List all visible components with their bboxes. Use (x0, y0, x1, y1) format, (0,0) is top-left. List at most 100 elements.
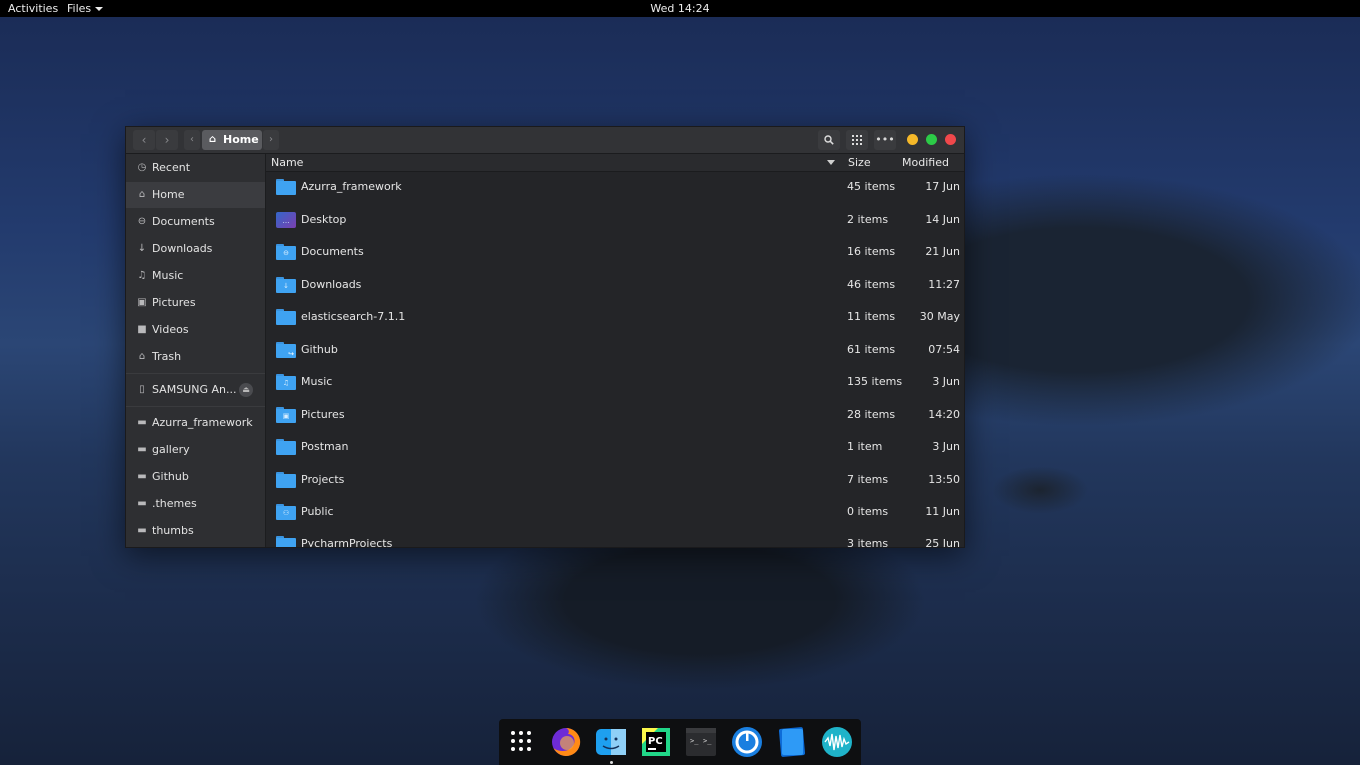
documents-folder-icon: ⊖ (276, 244, 296, 260)
show-apps-icon[interactable] (505, 726, 537, 758)
sidebar-item-label: Music (152, 269, 184, 282)
pathbar-home-label: Home (223, 133, 259, 146)
file-size: 45 items (847, 180, 896, 193)
file-row[interactable]: ⚇ Public 0 items 11 Jun (266, 496, 964, 528)
pictures-folder-icon: ▣ (276, 407, 296, 423)
notes-app-icon[interactable] (776, 726, 808, 758)
trash-icon: ⌂ (138, 351, 146, 362)
sidebar-item-thumbs[interactable]: ▬ thumbs (126, 518, 265, 544)
file-size: 0 items (847, 505, 889, 518)
sidebar-item-documents[interactable]: ⊖ Documents (126, 209, 265, 235)
file-row[interactable]: ↪ Github 61 items 07:54 (266, 334, 964, 366)
sidebar-item-pictures[interactable]: ▣ Pictures (126, 290, 265, 316)
menu-button[interactable]: ••• (874, 130, 896, 150)
pycharm-icon[interactable]: PC (640, 726, 672, 758)
file-modified: 13:50 (928, 473, 960, 486)
firefox-icon[interactable] (550, 726, 582, 758)
sidebar-item-label: Downloads (152, 242, 213, 255)
sidebar-item-downloads[interactable]: ↓ Downloads (126, 236, 265, 262)
sidebar-item-label: Home (152, 188, 185, 201)
search-button[interactable] (818, 130, 840, 150)
sidebar-item-samsung-device[interactable]: ▯ SAMSUNG An... ⏏ (126, 377, 265, 403)
pathbar-scroll-right-button[interactable]: › (263, 130, 279, 150)
chevron-right-icon: › (164, 133, 170, 147)
sidebar-item-themes[interactable]: ▬ .themes (126, 491, 265, 517)
file-modified: 14:20 (928, 408, 960, 421)
timer-app-icon[interactable] (731, 726, 763, 758)
app-menu-files[interactable]: Files (67, 0, 104, 17)
grid-icon (852, 135, 862, 145)
file-row[interactable]: ↓ Downloads 46 items 11:27 (266, 269, 964, 301)
running-indicator (610, 761, 613, 764)
video-icon: ■ (137, 324, 147, 335)
sidebar-item-home[interactable]: ⌂ Home (126, 182, 265, 208)
file-name: Projects (301, 473, 345, 486)
files-finder-icon[interactable] (595, 726, 627, 758)
audio-waveform-icon[interactable] (821, 726, 853, 758)
home-icon: ⌂ (138, 189, 146, 200)
file-row[interactable]: ♫ Music 135 items 3 Jun (266, 366, 964, 398)
folder-icon (276, 536, 296, 547)
sidebar-item-gallery[interactable]: ▬ gallery (126, 437, 265, 463)
header-bar: ‹ › ‹ ⌂ Home › ••• (126, 127, 964, 154)
sidebar-item-label: .themes (152, 497, 197, 510)
file-size: 11 items (847, 310, 896, 323)
sidebar-item-label: thumbs (152, 524, 194, 537)
folder-icon: ▬ (137, 525, 147, 536)
file-row[interactable]: Postman 1 item 3 Jun (266, 431, 964, 463)
file-row[interactable]: … Desktop 2 items 14 Jun (266, 204, 964, 236)
file-row[interactable]: ▣ Pictures 28 items 14:20 (266, 399, 964, 431)
chevron-left-icon: ‹ (141, 133, 147, 147)
sidebar-item-label: SAMSUNG An... (152, 383, 237, 396)
folder-icon: ▬ (137, 444, 147, 455)
column-size-header[interactable]: Size (848, 154, 871, 171)
sidebar-item-recent[interactable]: ◷ Recent (126, 155, 265, 181)
terminal-icon[interactable]: >_ >_ (685, 726, 717, 758)
file-name: Downloads (301, 278, 362, 291)
file-modified: 3 Jun (932, 440, 960, 453)
forward-button[interactable]: › (156, 130, 178, 150)
sidebar-item-music[interactable]: ♫ Music (126, 263, 265, 289)
back-button[interactable]: ‹ (133, 130, 155, 150)
pathbar-home-button[interactable]: ⌂ Home (202, 130, 262, 150)
maximize-button[interactable] (926, 134, 937, 145)
home-icon: ⌂ (209, 134, 217, 145)
folder-icon (276, 472, 296, 488)
clock[interactable]: Wed 14:24 (0, 0, 1360, 17)
file-row[interactable]: Projects 7 items 13:50 (266, 464, 964, 496)
activities-button[interactable]: Activities (8, 0, 58, 17)
sidebar-item-videos[interactable]: ■ Videos (126, 317, 265, 343)
file-row[interactable]: ⊖ Documents 16 items 21 Jun (266, 236, 964, 268)
file-size: 2 items (847, 213, 889, 226)
sidebar-item-trash[interactable]: ⌂ Trash (126, 344, 265, 370)
column-modified-header[interactable]: Modified (902, 154, 949, 171)
phone-icon: ▯ (139, 384, 145, 395)
folder-icon: ▬ (137, 417, 147, 428)
eject-icon[interactable]: ⏏ (239, 383, 253, 397)
sidebar-item-label: Videos (152, 323, 189, 336)
file-list: Name Size Modified Azurra_framework 45 i… (266, 154, 964, 547)
sidebar-item-github[interactable]: ▬ Github (126, 464, 265, 490)
file-row[interactable]: elasticsearch-7.1.1 11 items 30 May (266, 301, 964, 333)
column-name-header[interactable]: Name (271, 154, 303, 171)
sidebar: ◷ Recent ⌂ Home ⊖ Documents ↓ Downloads … (126, 154, 266, 547)
file-row[interactable]: PycharmProjects 3 items 25 Jun (266, 528, 964, 547)
sort-descending-icon[interactable] (827, 160, 835, 165)
dock: PC >_ >_ (499, 719, 861, 765)
file-modified: 14 Jun (925, 213, 960, 226)
file-modified: 17 Jun (925, 180, 960, 193)
close-button[interactable] (945, 134, 956, 145)
document-icon: ⊖ (137, 216, 147, 227)
sidebar-item-azurra-framework[interactable]: ▬ Azurra_framework (126, 410, 265, 436)
view-grid-button[interactable] (846, 130, 868, 150)
file-row[interactable]: Azurra_framework 45 items 17 Jun (266, 171, 964, 203)
minimize-button[interactable] (907, 134, 918, 145)
sidebar-separator (126, 373, 265, 374)
folder-icon (276, 439, 296, 455)
download-icon: ↓ (137, 243, 147, 254)
file-size: 3 items (847, 537, 889, 547)
file-name: Public (301, 505, 334, 518)
pathbar-scroll-left-button[interactable]: ‹ (184, 130, 200, 150)
file-modified: 30 May (919, 310, 960, 323)
column-header: Name Size Modified (266, 154, 964, 172)
